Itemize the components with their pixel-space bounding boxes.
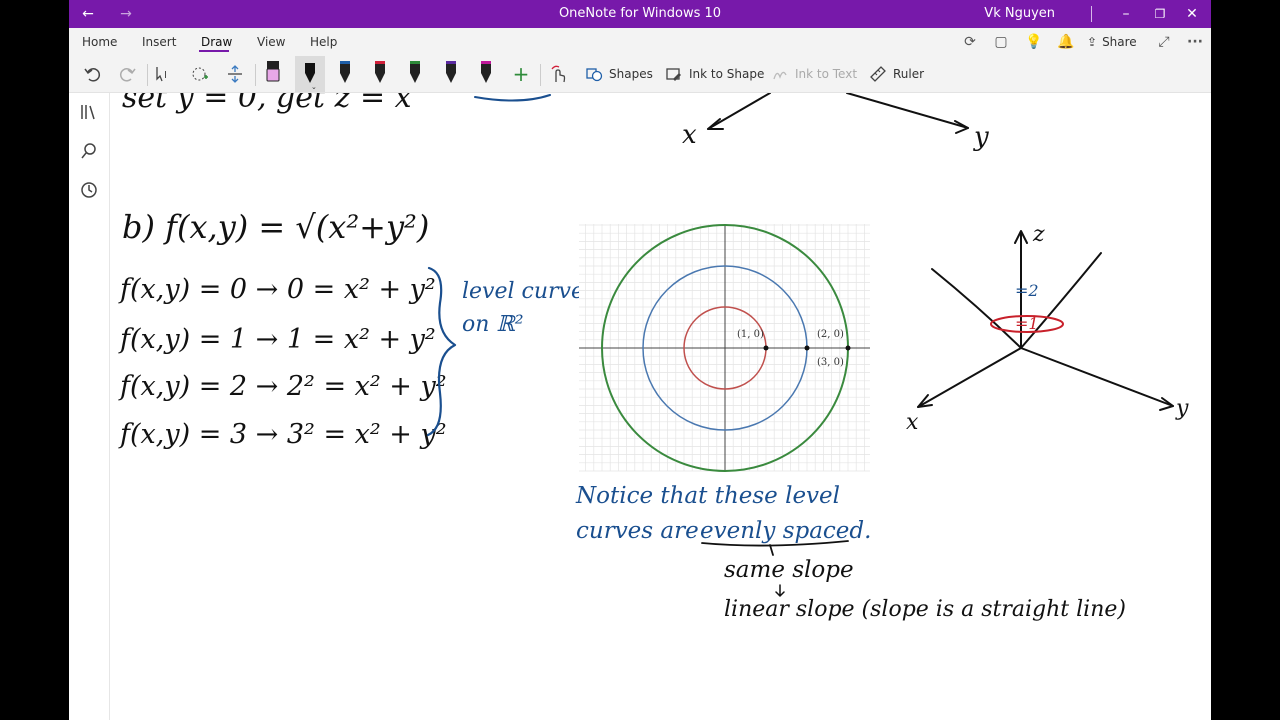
pen-red-icon[interactable] [369, 56, 391, 92]
label-1-0: (1, 0) [737, 329, 764, 340]
linear-slope-text: linear slope (slope is a straight line) [724, 597, 1126, 622]
equation-3: f(x,y) = 3 → 3² = x² + y² [118, 419, 447, 450]
toolbar-separator [147, 64, 148, 86]
lasso-select-icon[interactable] [189, 56, 211, 92]
add-pen-icon[interactable]: + [510, 56, 532, 92]
notice-line2-a: curves are [576, 518, 699, 544]
shapes-button[interactable]: Shapes [585, 56, 653, 92]
type-select-icon[interactable]: I [153, 56, 175, 92]
underline-tick [769, 544, 774, 556]
onenote-window: OneNote for Windows 10 ← → Vk Nguyen – ❐… [69, 0, 1211, 720]
ruler-button[interactable]: Ruler [869, 56, 924, 92]
top-axis-x-label: x [682, 120, 697, 150]
add-space-icon[interactable] [224, 56, 246, 92]
level-curves-graph: (1, 0) (2, 0) (3, 0) [579, 224, 870, 472]
svg-text:I: I [164, 70, 167, 81]
title-divider [1091, 6, 1092, 22]
top-axis-y-label: y [973, 122, 989, 152]
equation-0: f(x,y) = 0 → 0 = x² + y² [118, 274, 436, 305]
axis-3d-x-label: x [906, 410, 919, 435]
label-2-0: (2, 0) [817, 329, 844, 340]
tab-home[interactable]: Home [82, 28, 117, 56]
toolbar-separator [540, 64, 541, 86]
ruler-label: Ruler [893, 67, 925, 81]
equation-2: f(x,y) = 2 → 2² = x² + y² [118, 371, 447, 402]
tab-view[interactable]: View [257, 28, 285, 56]
notice-line1: Notice that these level [575, 483, 840, 509]
notebooks-icon[interactable] [78, 101, 100, 123]
ink-to-text-label: Ink to Text [795, 67, 858, 81]
shapes-label: Shapes [609, 67, 653, 81]
ink-to-text-icon [773, 71, 787, 80]
top-axes-sketch: x y [682, 93, 989, 152]
maximize-icon[interactable]: ❐ [1145, 0, 1175, 28]
minimize-icon[interactable]: – [1111, 0, 1141, 28]
shapes-icon [586, 68, 603, 82]
point-3-0 [845, 345, 851, 351]
ink-to-shape-icon [666, 68, 681, 81]
sync-icon[interactable]: ⟳ [959, 32, 981, 52]
label-3-0: (3, 0) [817, 357, 844, 368]
recent-notes-icon[interactable] [78, 179, 100, 201]
notice-line2-b: evenly spaced. [700, 518, 871, 544]
axis-3d-z-label: z [1032, 222, 1045, 247]
note-canvas[interactable]: set y = 0, get z = x x y b) f(x,y) = √(x… [110, 93, 1211, 720]
level-curve-equations: f(x,y) = 0 → 0 = x² + y² f(x,y) = 1 → 1 … [118, 274, 447, 450]
lightbulb-icon[interactable]: 💡 [1023, 32, 1045, 52]
expand-icon[interactable]: ⤢ [1153, 32, 1175, 52]
cone-3d-sketch: z x y =2 =1 [906, 222, 1189, 435]
tab-insert[interactable]: Insert [142, 28, 176, 56]
tab-help[interactable]: Help [310, 28, 337, 56]
share-icon: ⇪ [1087, 35, 1098, 49]
svg-text:⌄: ⌄ [311, 83, 317, 89]
touch-drawing-icon[interactable] [548, 56, 570, 92]
axis-3d-y-label: y [1175, 396, 1189, 421]
pen-magenta-icon[interactable] [475, 56, 497, 92]
point-2-0 [804, 345, 810, 351]
undo-icon[interactable] [81, 56, 103, 92]
title-bar: OneNote for Windows 10 ← → Vk Nguyen – ❐… [69, 0, 1211, 28]
ink-to-shape-button[interactable]: Ink to Shape [665, 56, 764, 92]
ink-to-text-button[interactable]: Ink to Text [771, 56, 857, 92]
back-icon[interactable]: ← [77, 0, 99, 28]
redo-icon[interactable] [117, 56, 139, 92]
close-icon[interactable]: ✕ [1177, 0, 1207, 28]
same-slope-text: same slope [724, 557, 854, 583]
user-name[interactable]: Vk Nguyen [984, 0, 1055, 28]
down-arrow [775, 584, 785, 597]
point-1-0 [763, 345, 769, 351]
active-tab-indicator [199, 50, 229, 52]
more-icon[interactable]: ··· [1184, 32, 1206, 52]
share-label: Share [1102, 35, 1137, 49]
pen-purple-icon[interactable] [440, 56, 462, 92]
top-fragment-text: set y = 0, get z = x [122, 93, 412, 115]
ink-to-shape-label: Ink to Shape [689, 67, 765, 81]
navigation-rail [69, 93, 110, 720]
cone-level-1-label: =1 [1015, 314, 1039, 333]
function-heading: b) f(x,y) = √(x²+y²) [122, 208, 429, 246]
toolbar-separator [255, 64, 256, 86]
ruler-icon [870, 66, 886, 82]
bell-icon[interactable]: 🔔 [1055, 32, 1077, 52]
draw-toolbar: I ⌄ + Shapes Ink to Shape Ink to Text Ru… [69, 56, 1211, 93]
pen-green-icon[interactable] [404, 56, 426, 92]
forward-icon[interactable]: → [115, 0, 137, 28]
pen-black-icon[interactable]: ⌄ [295, 56, 325, 92]
brace-note-line2: on ℝ² [462, 312, 524, 337]
cone-level-2-label: =2 [1015, 281, 1039, 300]
search-icon[interactable] [78, 140, 100, 162]
share-button[interactable]: ⇪ Share [1087, 32, 1147, 52]
ink-layer: set y = 0, get z = x x y b) f(x,y) = √(x… [118, 93, 1189, 622]
equation-1: f(x,y) = 1 → 1 = x² + y² [118, 324, 436, 355]
notebook-icon[interactable]: ▢ [990, 32, 1012, 52]
highlighter-pen-icon[interactable] [262, 56, 284, 92]
top-blue-ink [474, 94, 551, 102]
brace-note-line1: level curves [462, 279, 595, 304]
pen-blue-icon[interactable] [334, 56, 356, 92]
